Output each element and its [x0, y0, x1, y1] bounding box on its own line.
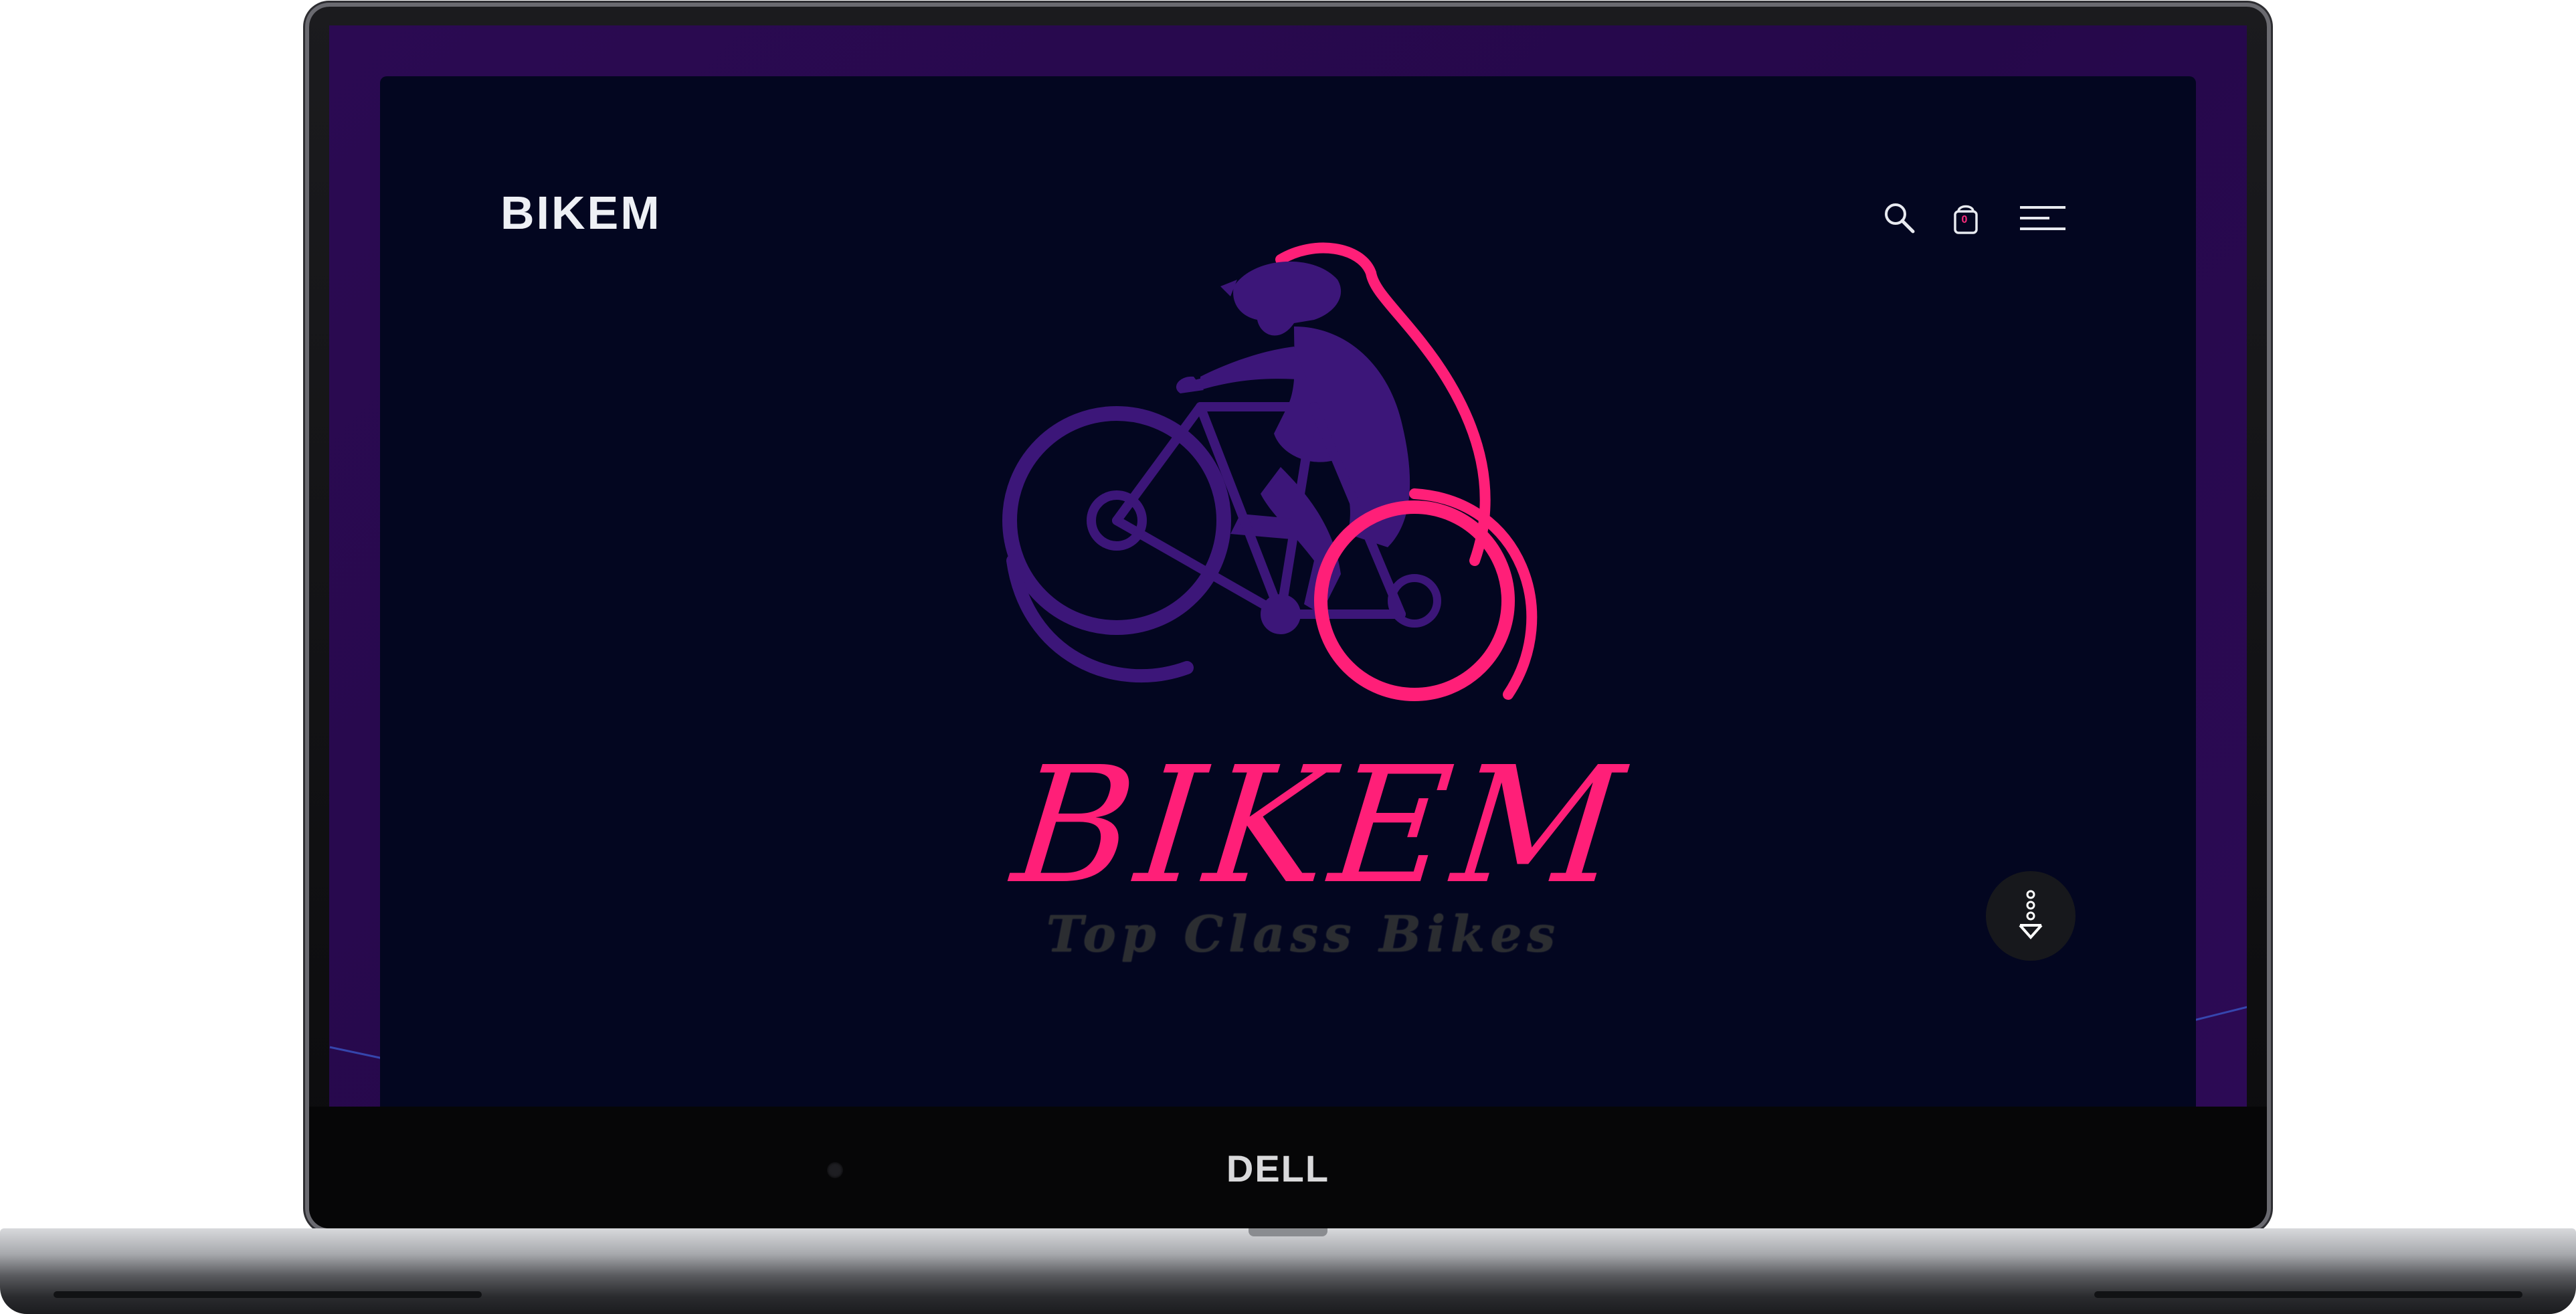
laptop-screen: BIKEM 0 BIKEM Top Class Bikes	[329, 25, 2247, 1107]
speaker-grille-right	[2094, 1291, 2522, 1298]
search-icon	[1885, 203, 1915, 233]
speaker-grille-left	[54, 1291, 482, 1298]
cart-button[interactable]: 0	[1939, 191, 1993, 245]
decorative-line-right	[2189, 1006, 2247, 1022]
site-logo[interactable]: BIKEM	[500, 186, 662, 240]
dell-logo: DELL	[1226, 1147, 1330, 1190]
webcam	[827, 1162, 843, 1178]
hero-tagline: Top Class Bikes	[1046, 906, 1561, 963]
search-button[interactable]	[1873, 191, 1926, 245]
scroll-down-icon	[2019, 890, 2043, 940]
website-viewport: BIKEM 0 BIKEM Top Class Bikes	[380, 76, 2196, 1107]
menu-button[interactable]	[2013, 191, 2073, 245]
laptop-base	[0, 1228, 2576, 1314]
laptop-mockup: BIKEM 0 BIKEM Top Class Bikes DELL	[0, 0, 2576, 1314]
hamburger-menu-icon	[2020, 206, 2065, 230]
cart-count-badge: 0	[1961, 214, 1968, 225]
base-notch	[1249, 1228, 1327, 1236]
hero-brand-title: BIKEM	[1006, 732, 1636, 919]
scroll-down-button[interactable]	[1986, 871, 2076, 961]
